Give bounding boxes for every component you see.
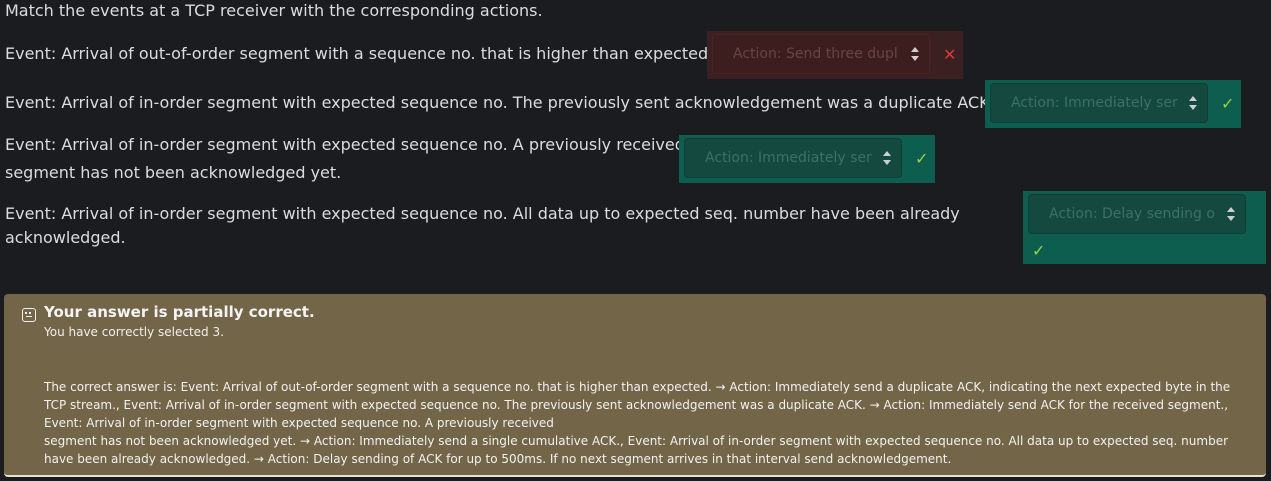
correct-check-icon: ✓: [915, 149, 929, 168]
action-select-2-value: Action: Immediately ser: [1011, 95, 1178, 111]
feedback-title: Your answer is partially correct.: [44, 303, 315, 321]
event-text-4-line-2: acknowledged.: [5, 228, 126, 247]
feedback-subtitle: You have correctly selected 3.: [44, 325, 224, 339]
event-text-3-line-2: segment has not been acknowledged yet.: [5, 163, 342, 182]
answer-slot-2: Action: Immediately ser ✓: [985, 80, 1241, 128]
correct-answer-line: TCP stream., Event: Arrival of in-order …: [44, 398, 1229, 412]
action-select-1-value: Action: Send three dupl: [733, 46, 898, 62]
correct-answer-text: The correct answer is: Event: Arrival of…: [44, 378, 1231, 468]
correct-answer-line: The correct answer is: Event: Arrival of…: [44, 380, 1231, 394]
incorrect-cross-icon: ✕: [943, 45, 957, 64]
feedback-panel: Your answer is partially correct. You ha…: [4, 294, 1266, 477]
select-caret-icon: [911, 47, 919, 61]
correct-check-icon: ✓: [1221, 94, 1235, 113]
select-caret-icon: [1189, 96, 1197, 110]
correct-answer-line: Event: Arrival of in-order segment with …: [44, 416, 554, 430]
event-text-2: Event: Arrival of in-order segment with …: [5, 93, 995, 112]
select-caret-icon: [883, 151, 891, 165]
action-select-4-value: Action: Delay sending o: [1049, 206, 1215, 222]
action-select-4[interactable]: Action: Delay sending o: [1028, 194, 1246, 234]
answer-slot-4: Action: Delay sending o ✓: [1023, 191, 1266, 264]
correct-answer-line: segment has not been acknowledged yet. →…: [44, 434, 1229, 448]
question-instruction: Match the events at a TCP receiver with …: [5, 1, 543, 20]
answer-slot-3: Action: Immediately ser ✓: [679, 135, 935, 183]
action-select-3[interactable]: Action: Immediately ser: [684, 138, 902, 178]
event-text-1: Event: Arrival of out-of-order segment w…: [5, 44, 714, 63]
action-select-3-value: Action: Immediately ser: [705, 150, 872, 166]
correct-check-icon: ✓: [1032, 241, 1046, 260]
correct-answer-line: have been already acknowledged. → Action…: [44, 452, 952, 466]
partially-correct-face-icon: [22, 308, 36, 322]
select-caret-icon: [1227, 207, 1235, 221]
event-text-3-line-1: Event: Arrival of in-order segment with …: [5, 135, 685, 154]
event-text-4-line-1: Event: Arrival of in-order segment with …: [5, 204, 960, 223]
answer-slot-1: Action: Send three dupl ✕: [707, 31, 963, 79]
action-select-1[interactable]: Action: Send three dupl: [712, 34, 930, 74]
action-select-2[interactable]: Action: Immediately ser: [990, 83, 1208, 123]
